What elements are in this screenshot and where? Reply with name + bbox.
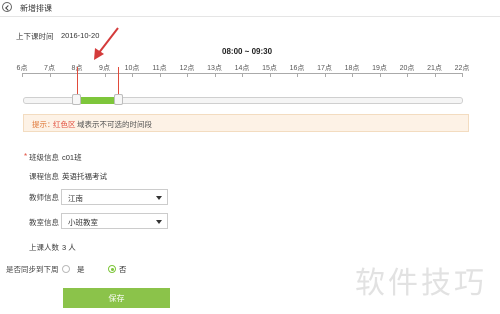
hour-tick (352, 73, 353, 77)
chevron-down-icon (156, 220, 162, 224)
sync-yes-radio[interactable] (62, 265, 70, 273)
notice-prefix: 提示： (32, 120, 55, 129)
back-icon[interactable] (2, 2, 12, 12)
page-title: 新增排课 (20, 4, 52, 13)
notice-box: 提示： 红色区 域表示不可选的时间段 (23, 114, 469, 132)
hour-label: 14点 (234, 65, 250, 72)
hour-tick (242, 73, 243, 77)
top-bar: 新增排课 (0, 0, 500, 17)
hour-tick (22, 73, 23, 77)
hour-label: 17点 (317, 65, 332, 72)
hour-label: 19点 (372, 65, 387, 72)
teacher-select[interactable]: 江南 (61, 189, 168, 205)
hour-tick (49, 73, 51, 77)
hour-tick (187, 73, 188, 77)
teacher-label: 教师信息 (29, 193, 59, 202)
hour-tick (462, 73, 463, 77)
hour-label: 7点 (44, 65, 55, 72)
slider-handle-end[interactable] (114, 94, 123, 105)
sync-no-label: 否 (119, 265, 127, 274)
hour-label: 18点 (344, 65, 360, 72)
count-value: 3 人 (62, 243, 76, 252)
arrow-annotation-icon (94, 27, 119, 60)
hour-tick (132, 73, 133, 77)
course-label: 课程信息 (29, 172, 59, 181)
class-label: 班级信息 (29, 153, 59, 162)
course-value: 英语托福考试 (62, 172, 107, 181)
hour-labels: 6点7点8点9点10点11点12点13点14点15点16点17点18点19点20… (0, 63, 500, 73)
class-value: c01班 (62, 153, 82, 162)
hour-label: 22点 (454, 65, 470, 72)
slider-handle-start[interactable] (72, 94, 81, 105)
watermark: 软件技巧 (355, 266, 487, 301)
hour-label: 15点 (262, 65, 277, 72)
hour-tick (297, 73, 298, 77)
room-select-value: 小班教室 (68, 218, 98, 227)
sync-label: 是否同步到下周 (6, 265, 59, 274)
hour-tick (269, 73, 271, 77)
hour-tick (214, 73, 216, 77)
hour-tick (407, 73, 408, 77)
hour-label: 12点 (179, 65, 195, 72)
chevron-down-icon (156, 196, 162, 200)
hour-label: 20点 (399, 65, 415, 72)
time-label: 上下课时间 (16, 32, 54, 41)
hour-label: 11点 (152, 65, 167, 72)
notice-text: 域表示不可选的时间段 (77, 120, 152, 129)
hour-label: 9点 (99, 65, 110, 72)
hour-tick (379, 73, 381, 77)
hour-tick (104, 73, 106, 77)
sync-no-radio[interactable] (108, 265, 116, 273)
room-select[interactable]: 小班教室 (61, 213, 168, 229)
hour-tick (324, 73, 326, 77)
save-button[interactable]: 保存 (63, 288, 170, 308)
hour-label: 10点 (124, 65, 140, 72)
hour-label: 16点 (289, 65, 305, 72)
time-slider-selection (81, 97, 116, 104)
room-label: 教室信息 (29, 218, 59, 227)
hour-tick (434, 73, 436, 77)
notice-red: 红色区 (53, 120, 76, 129)
required-star: * (24, 152, 28, 161)
teacher-select-value: 江南 (68, 194, 83, 203)
hour-label: 21点 (427, 65, 442, 72)
hour-label: 13点 (207, 65, 222, 72)
red-marker-start (77, 67, 78, 97)
time-range: 08:00 ~ 09:30 (222, 47, 273, 56)
sync-yes-label: 是 (77, 265, 85, 274)
red-marker-end (118, 67, 119, 97)
hour-tick (159, 73, 161, 77)
count-label: 上课人数 (29, 243, 59, 252)
hour-label: 6点 (16, 65, 28, 72)
